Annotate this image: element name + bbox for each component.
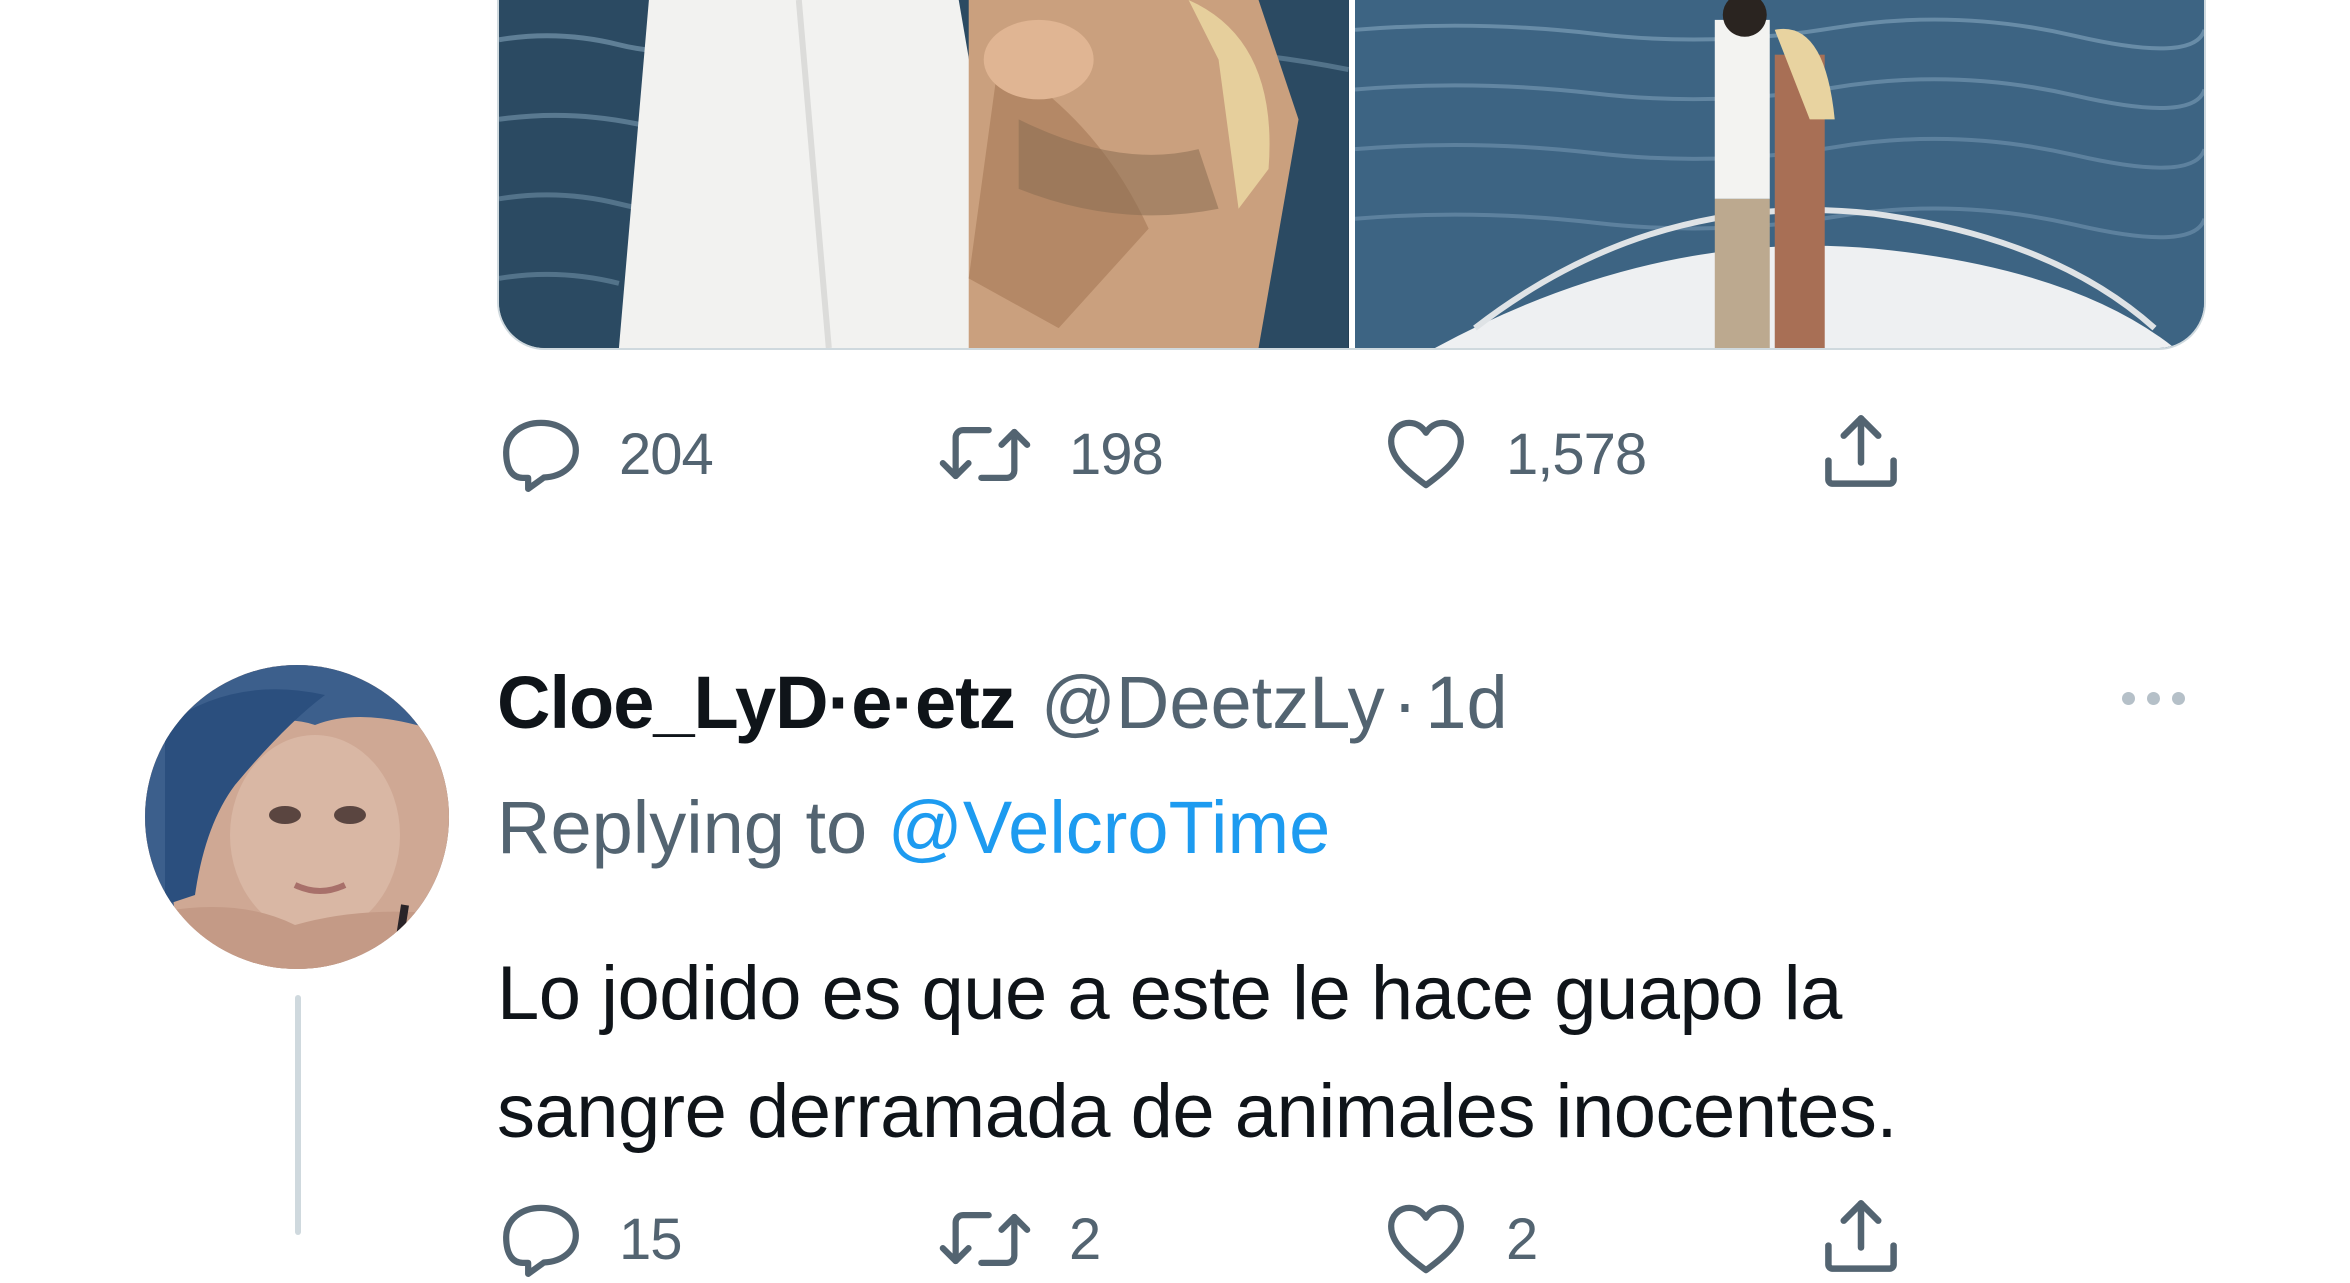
tweet-share-action[interactable] — [1815, 405, 1907, 497]
share-icon — [1825, 415, 1897, 487]
reply-like-count: 2 — [1506, 1206, 1538, 1272]
share-icon — [1825, 1200, 1897, 1272]
tweet-retweet-action[interactable]: 198 — [935, 410, 1164, 498]
tweet-media-grid — [497, 0, 2206, 350]
replying-to-line: Replying to @VelcroTime — [497, 785, 1330, 870]
like-icon — [1388, 1204, 1464, 1274]
reply-display-name[interactable]: Cloe_LyD·e·etz — [497, 660, 1016, 745]
retweet-count: 198 — [1069, 421, 1164, 487]
thread-connector-line — [295, 995, 301, 1235]
reply-like-action[interactable]: 2 — [1380, 1195, 1538, 1283]
reply-icon — [503, 419, 579, 492]
reply-share-action[interactable] — [1815, 1190, 1907, 1282]
tweet-like-action[interactable]: 1,578 — [1380, 410, 1647, 498]
tweet-photo-left[interactable] — [499, 0, 1349, 348]
retweet-icon — [939, 1212, 1031, 1266]
retweet-icon — [939, 427, 1031, 481]
reply-reply-count: 15 — [619, 1206, 683, 1272]
more-icon[interactable] — [2122, 692, 2185, 705]
reply-retweet-action[interactable]: 2 — [935, 1195, 1101, 1283]
reply-text: Lo jodido es que a este le hace guapo la… — [497, 935, 2197, 1171]
reply-text-line: Lo jodido es que a este le hace guapo la — [497, 951, 1842, 1036]
like-icon — [1388, 419, 1464, 489]
reply-text-line: sangre derramada de animales inocentes. — [497, 1069, 1898, 1154]
reply-separator: · — [1392, 661, 1418, 744]
tweet-reply-action[interactable]: 204 — [497, 410, 714, 498]
reply-header: Cloe_LyD·e·etz @DeetzLy · 1d — [497, 660, 1508, 750]
reply-count: 204 — [619, 421, 714, 487]
reply-timestamp[interactable]: 1d — [1425, 660, 1507, 745]
replying-to-mention[interactable]: @VelcroTime — [888, 786, 1330, 869]
reply-reply-action[interactable]: 15 — [497, 1195, 683, 1283]
replying-to-prefix: Replying to — [497, 786, 868, 869]
like-count: 1,578 — [1506, 421, 1647, 487]
reply-icon — [503, 1204, 579, 1277]
reply-retweet-count: 2 — [1069, 1206, 1101, 1272]
reply-avatar[interactable] — [145, 665, 449, 969]
tweet-photo-right[interactable] — [1354, 0, 2204, 348]
reply-handle[interactable]: @DeetzLy — [1041, 660, 1385, 745]
